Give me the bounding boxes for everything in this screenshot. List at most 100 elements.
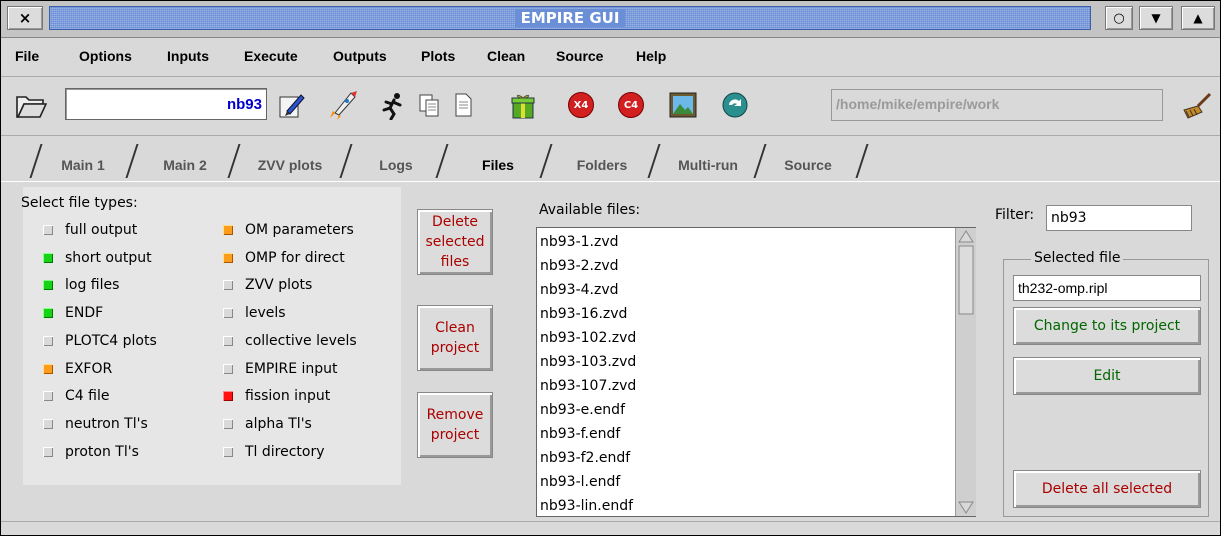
gift-icon[interactable] — [505, 87, 541, 123]
file-type-indicator[interactable] — [223, 335, 233, 346]
file-type-option[interactable]: collective levels — [223, 331, 357, 351]
file-list-item[interactable]: nb93-16.zvd — [540, 302, 627, 326]
x4-label: X4 — [568, 92, 594, 118]
file-type-label: EXFOR — [65, 360, 113, 377]
menu-plots[interactable]: Plots — [421, 48, 455, 64]
file-type-option[interactable]: fission input — [223, 386, 330, 406]
edit-button[interactable]: Edit — [1013, 357, 1201, 395]
broom-icon[interactable] — [1179, 87, 1215, 123]
file-type-option[interactable]: C4 file — [43, 386, 109, 406]
file-list-item[interactable]: nb93-l.endf — [540, 470, 620, 494]
window-menu-button[interactable]: ▼ — [1139, 6, 1173, 30]
delete-all-selected-button[interactable]: Delete all selected — [1013, 470, 1201, 508]
file-type-option[interactable]: ENDF — [43, 303, 103, 323]
file-list-item[interactable]: nb93-103.zvd — [540, 350, 636, 374]
file-type-option[interactable]: PLOTC4 plots — [43, 331, 157, 351]
file-type-option[interactable]: short output — [43, 248, 152, 268]
selected-file-title: Selected file — [1031, 250, 1124, 266]
tab-main-2[interactable]: Main 2 — [139, 150, 231, 180]
menu-help[interactable]: Help — [636, 48, 666, 64]
file-type-option[interactable]: levels — [223, 303, 286, 323]
image-icon[interactable] — [665, 87, 701, 123]
maximize-button[interactable]: ▲ — [1181, 6, 1215, 30]
file-type-option[interactable]: EXFOR — [43, 359, 112, 379]
copy-icon[interactable] — [411, 87, 447, 123]
available-files-list[interactable]: nb93-1.zvd nb93-2.zvd nb93-4.zvd nb93-16.zv… — [536, 227, 976, 517]
file-type-label: C4 file — [65, 388, 110, 405]
menu-source[interactable]: Source — [556, 48, 603, 64]
delete-selected-files-button[interactable]: Delete selected files — [417, 209, 493, 275]
menu-execute[interactable]: Execute — [244, 48, 298, 64]
file-type-option[interactable]: OM parameters — [223, 220, 354, 240]
file-type-indicator[interactable] — [43, 308, 53, 319]
document-icon[interactable] — [445, 87, 481, 123]
title-stripe[interactable]: EMPIRE GUI — [49, 6, 1091, 30]
tab-logs[interactable]: Logs — [351, 150, 441, 180]
file-list-item[interactable]: nb93-1.zvd — [540, 230, 619, 254]
file-type-option[interactable]: full output — [43, 220, 137, 240]
change-to-project-button[interactable]: Change to its project — [1013, 307, 1201, 345]
file-type-indicator[interactable] — [43, 335, 53, 346]
file-type-option[interactable]: Tl directory — [223, 442, 325, 462]
file-list-item[interactable]: nb93-f.endf — [540, 422, 620, 446]
file-type-indicator[interactable] — [43, 391, 53, 402]
files-scrollbar[interactable] — [955, 228, 976, 516]
iconify-button[interactable]: ○ — [1105, 6, 1133, 30]
file-type-indicator[interactable] — [223, 308, 233, 319]
file-type-indicator[interactable] — [223, 225, 233, 235]
file-type-indicator[interactable] — [223, 280, 233, 291]
menu-outputs[interactable]: Outputs — [333, 48, 387, 64]
file-type-option[interactable]: log files — [43, 275, 119, 295]
menu-inputs[interactable]: Inputs — [167, 48, 209, 64]
clean-project-button[interactable]: Clean project — [417, 305, 493, 371]
file-type-option[interactable]: neutron Tl's — [43, 414, 148, 434]
edit-icon[interactable] — [273, 87, 309, 123]
file-type-indicator[interactable] — [43, 225, 53, 235]
file-type-indicator[interactable] — [43, 252, 53, 263]
file-type-indicator[interactable] — [43, 280, 53, 291]
file-type-indicator[interactable] — [223, 418, 233, 429]
file-list-item[interactable]: nb93-102.zvd — [540, 326, 636, 350]
file-type-option[interactable]: proton Tl's — [43, 442, 139, 462]
tab-folders[interactable]: Folders — [553, 150, 651, 180]
tab-files[interactable]: Files — [453, 150, 543, 180]
file-list-item[interactable]: nb93-4.zvd — [540, 278, 619, 302]
file-type-indicator[interactable] — [43, 418, 53, 429]
toolbar: X4 C4 /home/mike/empire/work — [1, 77, 1220, 136]
file-type-indicator[interactable] — [43, 363, 53, 374]
file-type-option[interactable]: OMP for direct — [223, 248, 345, 268]
file-list-item[interactable]: nb93-f2.endf — [540, 446, 630, 470]
tab-bar: Main 1 Main 2 ZVV plots Logs Files Folde… — [1, 138, 1220, 184]
menu-options[interactable]: Options — [79, 48, 132, 64]
open-folder-icon[interactable] — [13, 87, 49, 123]
file-type-option[interactable]: EMPIRE input — [223, 359, 338, 379]
file-type-indicator[interactable] — [223, 446, 233, 457]
x4-icon[interactable]: X4 — [563, 87, 599, 123]
tab-zvv-plots[interactable]: ZVV plots — [237, 150, 343, 180]
file-type-indicator[interactable] — [43, 446, 53, 457]
c4-icon[interactable]: C4 — [613, 87, 649, 123]
selected-file-field[interactable] — [1013, 275, 1201, 301]
file-list-item[interactable]: nb93-lin.endf — [540, 494, 633, 516]
file-list-item[interactable]: nb93-107.zvd — [540, 374, 636, 398]
refresh-icon[interactable] — [717, 87, 753, 123]
file-type-indicator[interactable] — [223, 252, 233, 263]
rocket-icon[interactable] — [325, 87, 361, 123]
file-type-indicator[interactable] — [223, 363, 233, 374]
file-list-item[interactable]: nb93-2.zvd — [540, 254, 619, 278]
project-name-field[interactable] — [65, 88, 267, 120]
remove-project-button[interactable]: Remove project — [417, 392, 493, 458]
file-type-indicator[interactable] — [223, 391, 233, 402]
file-list-item[interactable]: nb93-e.endf — [540, 398, 625, 422]
file-type-option[interactable]: alpha Tl's — [223, 414, 312, 434]
file-type-option[interactable]: ZVV plots — [223, 275, 312, 295]
menu-file[interactable]: File — [15, 48, 39, 64]
menu-clean[interactable]: Clean — [487, 48, 525, 64]
tab-main-1[interactable]: Main 1 — [39, 150, 127, 180]
close-window-button[interactable]: × — [7, 6, 43, 30]
tab-source[interactable]: Source — [763, 150, 853, 180]
project-input[interactable] — [66, 89, 266, 119]
filter-input[interactable] — [1046, 205, 1192, 231]
tab-multi-run[interactable]: Multi-run — [657, 150, 759, 180]
runner-icon[interactable] — [375, 87, 411, 123]
